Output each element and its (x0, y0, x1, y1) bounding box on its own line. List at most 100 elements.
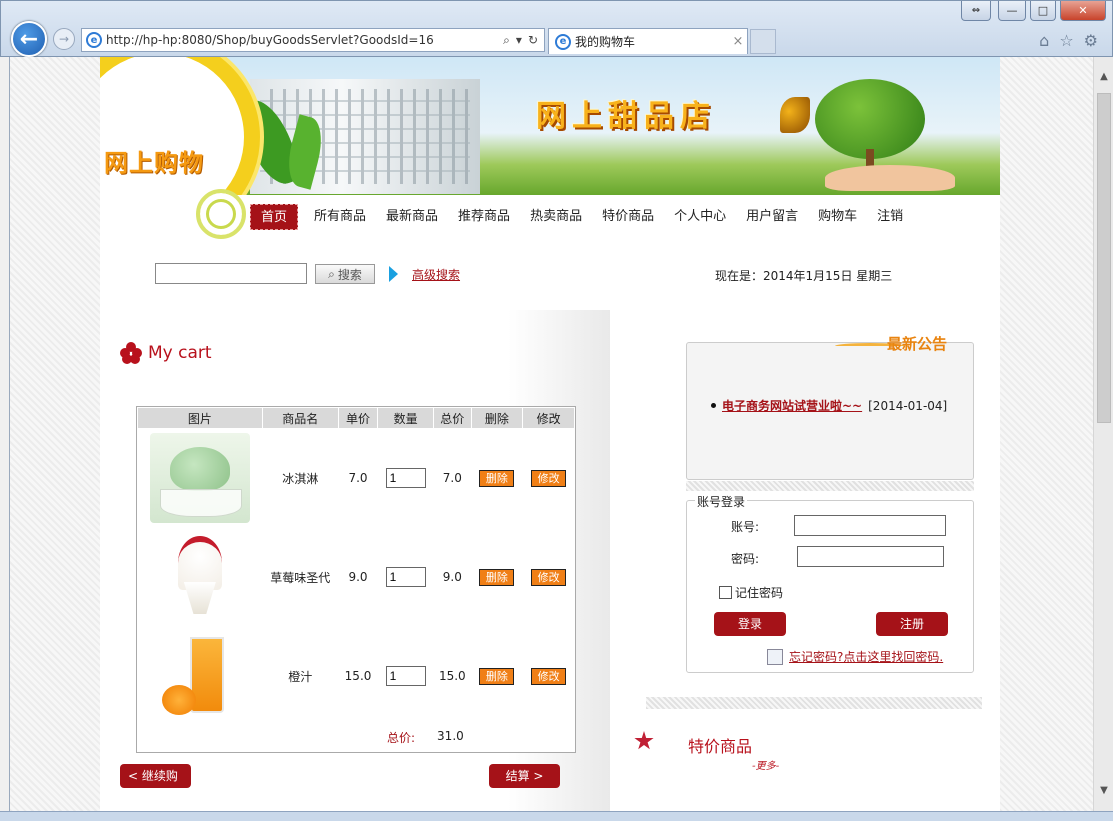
edit-button[interactable]: 修改 (531, 568, 567, 586)
nav-item-profile[interactable]: 个人中心 (664, 204, 736, 230)
document-icon (767, 648, 783, 665)
nav-item-hot[interactable]: 热卖商品 (520, 204, 592, 230)
delete-button[interactable]: 删除 (479, 469, 515, 487)
star-icon (634, 731, 654, 750)
magnifier-icon: ⌕ (328, 266, 335, 281)
forgot-password-link[interactable]: 忘记密码?点击这里找回密码. (789, 648, 943, 665)
total-label: 总价: (387, 731, 416, 745)
nav-item-messages[interactable]: 用户留言 (736, 204, 808, 230)
scroll-down-icon[interactable]: ▼ (1094, 781, 1113, 799)
notice-date: [2014-01-04] (868, 398, 948, 413)
ie-icon: e (555, 33, 571, 50)
forward-button[interactable]: → (53, 28, 75, 50)
table-row: 冰淇淋 7.0 7.0 删除 修改 (138, 429, 574, 527)
minimize-button[interactable]: — (998, 1, 1026, 21)
unit-price: 9.0 (348, 570, 368, 584)
line-total: 7.0 (442, 471, 462, 485)
nav-item-all-goods[interactable]: 所有商品 (304, 204, 376, 230)
advanced-search-link[interactable]: 高级搜索 (412, 266, 460, 283)
address-bar[interactable]: e http://hp-hp:8080/Shop/buyGoodsServlet… (81, 28, 545, 52)
quantity-input[interactable] (385, 666, 426, 686)
continue-shopping-button[interactable]: < 继续购物 (120, 764, 191, 807)
register-button[interactable]: 注册 (876, 612, 948, 636)
account-label: 账号: (731, 520, 760, 534)
nav-item-newest[interactable]: 最新商品 (376, 204, 448, 230)
column-header: 数量 (378, 408, 434, 428)
notice-link[interactable]: 电子商务网站试营业啦~~ (722, 397, 862, 414)
scroll-thumb[interactable] (1097, 93, 1111, 423)
quantity-input[interactable] (385, 567, 426, 587)
cart-total: 总价: 31.0 (387, 729, 464, 746)
account-input[interactable] (794, 515, 946, 536)
arrow-right-icon: → (58, 32, 70, 46)
login-box: 账号登录 账号: 密码: 记住密码 登录 注册 忘记密码?点击这里找回密码. (686, 493, 974, 673)
delete-button[interactable]: 删除 (479, 667, 515, 685)
table-header-row: 图片 商品名 单价 数量 总价 删除 修改 (138, 408, 574, 428)
restore-icon[interactable]: ⇔ (961, 1, 991, 21)
notice-header: 最新公告 (835, 333, 975, 353)
column-header: 图片 (138, 408, 262, 428)
line-total: 15.0 (438, 669, 466, 683)
login-legend: 账号登录 (695, 493, 748, 510)
butterfly-image (780, 97, 810, 133)
column-header: 删除 (471, 408, 523, 428)
product-name: 草莓味圣代 (270, 570, 331, 585)
search-input[interactable] (155, 263, 307, 284)
column-header: 单价 (338, 408, 378, 428)
maximize-button[interactable]: □ (1030, 1, 1056, 21)
login-button[interactable]: 登录 (714, 612, 786, 636)
tab-shopping-cart[interactable]: e 我的购物车 × (548, 28, 748, 54)
new-tab-button[interactable] (750, 29, 776, 54)
close-window-button[interactable]: ✕ (1060, 1, 1106, 21)
product-name: 冰淇淋 (282, 471, 319, 486)
back-button[interactable]: ← (11, 21, 47, 57)
vertical-scrollbar[interactable]: ▲ ▼ (1093, 57, 1113, 811)
home-icon[interactable]: ⌂ (1039, 31, 1049, 50)
gear-icon[interactable]: ⚙ (1084, 31, 1098, 50)
product-image-juice (150, 631, 250, 721)
ie-icon: e (86, 32, 102, 48)
column-header: 商品名 (262, 408, 338, 428)
edit-button[interactable]: 修改 (531, 667, 567, 685)
arrow-left-icon: ← (19, 26, 39, 52)
password-label: 密码: (731, 552, 760, 566)
delete-button[interactable]: 删除 (479, 568, 515, 586)
notice-title: 最新公告 (886, 335, 947, 353)
favorites-star-icon[interactable]: ☆ (1059, 31, 1073, 50)
total-value: 31.0 (437, 729, 464, 743)
search-button[interactable]: ⌕ 搜索 (315, 264, 375, 284)
scroll-up-icon[interactable]: ▲ (1094, 67, 1113, 85)
nav-item-cart[interactable]: 购物车 (808, 204, 867, 230)
nav-item-recommended[interactable]: 推荐商品 (448, 204, 520, 230)
nav-item-logout[interactable]: 注销 (867, 204, 913, 230)
list-item: 电子商务网站试营业啦~~ [2014-01-04] (711, 397, 947, 414)
quantity-input[interactable] (385, 468, 426, 488)
remember-label: 记住密码 (735, 586, 784, 600)
dropdown-icon[interactable]: ▾ (516, 33, 522, 48)
tab-title: 我的购物车 (575, 35, 636, 49)
line-total: 9.0 (442, 570, 462, 584)
logo-text: 网上购物 (104, 149, 204, 177)
product-image-sundae (150, 532, 250, 622)
unit-price: 15.0 (344, 669, 372, 683)
edit-button[interactable]: 修改 (531, 469, 567, 487)
product-name: 橙汁 (288, 669, 313, 684)
close-tab-icon[interactable]: × (729, 34, 747, 49)
decorative-rings (196, 189, 246, 239)
cart-table-box: 图片 商品名 单价 数量 总价 删除 修改 冰淇淋 7.0 1 7.0 删除 修… (136, 406, 576, 753)
search-icon[interactable]: ⌕ (503, 33, 510, 48)
unit-price: 7.0 (348, 471, 368, 485)
column-header: 修改 (523, 408, 574, 428)
special-goods-title: 特价商品 (688, 737, 753, 756)
cart-panel: My cart 图片 商品名 单价 数量 总价 删除 修改 冰淇淋 7.0 1 … (100, 310, 610, 811)
password-input[interactable] (797, 546, 944, 567)
nav-item-special[interactable]: 特价商品 (592, 204, 664, 230)
shop-title: 网上甜品店 (536, 99, 716, 134)
checkout-button[interactable]: 结算 > (489, 764, 560, 788)
refresh-icon[interactable]: ↻ (528, 33, 538, 48)
more-link[interactable]: -更多- (752, 757, 779, 772)
current-date: 现在是：2014年1月15日 星期三 (715, 269, 893, 283)
remember-checkbox[interactable] (719, 586, 732, 599)
nav-item-home[interactable]: 首页 (250, 204, 299, 230)
url-text: http://hp-hp:8080/Shop/buyGoodsServlet?G… (106, 33, 434, 47)
